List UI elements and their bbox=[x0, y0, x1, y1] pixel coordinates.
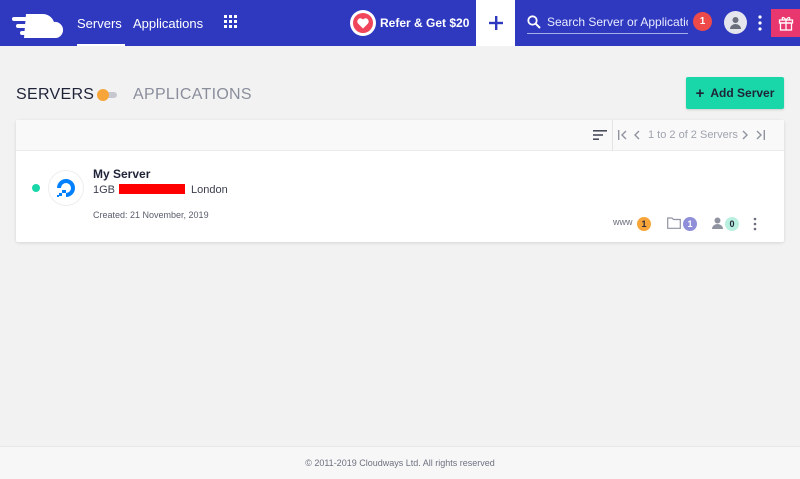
provider-logo bbox=[48, 170, 84, 206]
add-server-label: Add Server bbox=[710, 86, 775, 100]
apps-count-badge[interactable]: 1 bbox=[637, 217, 651, 231]
server-name[interactable]: My Server bbox=[93, 167, 150, 181]
search-input[interactable] bbox=[547, 12, 688, 32]
applications-toggle-label[interactable]: APPLICATIONS bbox=[133, 86, 252, 104]
user-avatar[interactable] bbox=[724, 11, 747, 34]
top-navbar: Servers Applications Refer & Get $20 1 bbox=[0, 0, 800, 46]
heart-icon bbox=[350, 10, 376, 36]
user-icon bbox=[730, 17, 741, 29]
servers-apps-toggle[interactable] bbox=[97, 89, 119, 101]
pagination-info: 1 to 2 of 2 Servers bbox=[648, 129, 738, 141]
page-title: SERVERS bbox=[16, 86, 95, 103]
team-icon[interactable] bbox=[712, 217, 723, 229]
plus-icon: + bbox=[695, 84, 705, 102]
search-icon bbox=[527, 15, 541, 29]
gift-icon bbox=[778, 16, 793, 31]
plus-icon bbox=[488, 16, 503, 30]
next-page-icon[interactable] bbox=[742, 130, 748, 140]
apps-grid-icon[interactable] bbox=[224, 15, 238, 29]
gift-button[interactable] bbox=[771, 9, 800, 37]
server-location: London bbox=[191, 184, 228, 196]
digitalocean-icon bbox=[57, 179, 75, 197]
server-created-date: Created: 21 November, 2019 bbox=[93, 210, 209, 220]
users-count-badge[interactable]: 0 bbox=[725, 217, 739, 231]
server-list-card: 1 to 2 of 2 Servers My Server 1GB London… bbox=[16, 120, 784, 242]
folder-icon[interactable] bbox=[667, 217, 681, 229]
list-toolbar: 1 to 2 of 2 Servers bbox=[16, 120, 784, 151]
prev-page-icon[interactable] bbox=[634, 130, 640, 140]
tab-applications[interactable]: Applications bbox=[133, 0, 203, 46]
add-new-button[interactable] bbox=[476, 0, 515, 46]
refer-label: Refer & Get $20 bbox=[380, 16, 470, 30]
redacted-ip bbox=[119, 184, 185, 194]
server-size: 1GB bbox=[93, 184, 116, 196]
server-options-icon[interactable] bbox=[752, 217, 758, 231]
sort-icon[interactable] bbox=[593, 129, 607, 141]
projects-count-badge[interactable]: 1 bbox=[683, 217, 697, 231]
tab-servers[interactable]: Servers bbox=[77, 0, 125, 46]
search-box[interactable] bbox=[527, 12, 688, 34]
www-label[interactable]: www bbox=[613, 217, 633, 227]
server-row[interactable]: My Server 1GB London Created: 21 Novembe… bbox=[16, 152, 784, 242]
more-options-icon[interactable] bbox=[756, 14, 764, 32]
status-indicator bbox=[32, 184, 40, 192]
add-server-button[interactable]: + Add Server bbox=[686, 77, 784, 109]
refer-button[interactable]: Refer & Get $20 bbox=[350, 10, 469, 36]
copyright-text: © 2011-2019 Cloudways Ltd. All rights re… bbox=[305, 458, 495, 468]
last-page-icon[interactable] bbox=[756, 130, 765, 140]
cloudways-logo[interactable] bbox=[12, 8, 64, 38]
notification-badge[interactable]: 1 bbox=[693, 12, 712, 31]
first-page-icon[interactable] bbox=[618, 130, 627, 140]
footer: © 2011-2019 Cloudways Ltd. All rights re… bbox=[0, 446, 800, 479]
